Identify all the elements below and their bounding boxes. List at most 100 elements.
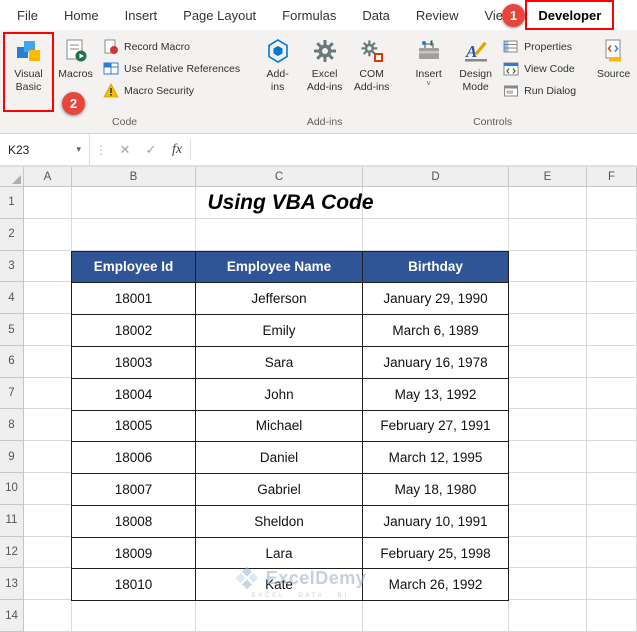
- table-cell[interactable]: Sara: [195, 345, 363, 379]
- grid-cell[interactable]: [24, 250, 72, 283]
- table-cell[interactable]: 18005: [71, 409, 196, 443]
- table-cell[interactable]: January 10, 1991: [362, 504, 509, 538]
- table-header-cell[interactable]: Employee Name: [195, 250, 363, 284]
- row-header[interactable]: 13: [0, 568, 24, 601]
- table-cell[interactable]: May 18, 1980: [362, 473, 509, 506]
- row-header[interactable]: 2: [0, 218, 24, 251]
- table-cell[interactable]: Michael: [195, 409, 363, 443]
- grid-cell[interactable]: [509, 187, 587, 219]
- table-cell[interactable]: 18007: [71, 473, 196, 506]
- grid-cell[interactable]: [509, 377, 587, 410]
- row-header[interactable]: 10: [0, 473, 24, 505]
- run-dialog-button[interactable]: Run Dialog: [499, 80, 580, 102]
- grid-cell[interactable]: [24, 345, 72, 378]
- grid-cell[interactable]: [24, 314, 72, 346]
- grid-cell[interactable]: [196, 218, 363, 251]
- column-header-c[interactable]: C: [196, 167, 363, 187]
- insert-function-icon[interactable]: fx: [164, 134, 190, 165]
- grid-cell[interactable]: [24, 282, 72, 315]
- table-cell[interactable]: 18009: [71, 536, 196, 570]
- grid-cell[interactable]: [509, 568, 587, 601]
- grid-cell[interactable]: [509, 600, 587, 632]
- grid-cell[interactable]: [72, 600, 196, 632]
- table-cell[interactable]: Jefferson: [195, 282, 363, 316]
- design-mode-button[interactable]: A Design Mode: [452, 34, 499, 110]
- tab-insert[interactable]: Insert: [112, 0, 171, 30]
- name-box[interactable]: K23 ▾: [0, 134, 90, 165]
- visual-basic-button[interactable]: Visual Basic: [5, 34, 52, 110]
- table-header-cell[interactable]: Employee Id: [71, 250, 196, 284]
- grid-cell[interactable]: [24, 218, 72, 251]
- grid-cell[interactable]: [587, 441, 637, 474]
- grid-cell[interactable]: [24, 473, 72, 505]
- name-box-caret-icon[interactable]: ▾: [76, 144, 81, 155]
- row-header[interactable]: 6: [0, 345, 24, 378]
- row-header[interactable]: 8: [0, 409, 24, 442]
- row-header[interactable]: 3: [0, 250, 24, 283]
- grid-cell[interactable]: [509, 504, 587, 537]
- record-macro-button[interactable]: Record Macro: [99, 36, 244, 58]
- grid-cell[interactable]: [587, 187, 637, 219]
- com-addins-button[interactable]: COM Add-ins: [348, 34, 395, 110]
- grid-cell[interactable]: [587, 218, 637, 251]
- grid-cell[interactable]: [509, 314, 587, 346]
- grid-cell[interactable]: [587, 282, 637, 315]
- grid-cell[interactable]: [587, 377, 637, 410]
- macro-security-button[interactable]: Macro Security: [99, 80, 244, 102]
- column-header-a[interactable]: A: [24, 167, 72, 187]
- table-cell[interactable]: 18008: [71, 504, 196, 538]
- tab-file[interactable]: File: [4, 0, 51, 30]
- row-header[interactable]: 11: [0, 504, 24, 537]
- table-cell[interactable]: Sheldon: [195, 504, 363, 538]
- tab-data[interactable]: Data: [349, 0, 402, 30]
- grid-cell[interactable]: [587, 314, 637, 346]
- table-cell[interactable]: 18010: [71, 568, 196, 602]
- table-cell[interactable]: 18006: [71, 441, 196, 475]
- column-header-e[interactable]: E: [509, 167, 587, 187]
- table-cell[interactable]: February 27, 1991: [362, 409, 509, 443]
- row-header[interactable]: 5: [0, 314, 24, 346]
- enter-check-icon[interactable]: ✓: [138, 134, 164, 165]
- grid-cell[interactable]: [509, 441, 587, 474]
- row-header[interactable]: 1: [0, 187, 24, 219]
- table-cell[interactable]: Kate: [195, 568, 363, 602]
- grid-cell[interactable]: [587, 536, 637, 569]
- grid-cell[interactable]: [24, 568, 72, 601]
- use-relative-references-button[interactable]: Use Relative References: [99, 58, 244, 80]
- select-all-corner[interactable]: [0, 167, 24, 187]
- grid-cell[interactable]: [509, 409, 587, 442]
- tab-developer[interactable]: Developer: [525, 0, 615, 30]
- table-cell[interactable]: February 25, 1998: [362, 536, 509, 570]
- properties-button[interactable]: Properties: [499, 36, 580, 58]
- row-header[interactable]: 4: [0, 282, 24, 315]
- grid-cell[interactable]: [509, 218, 587, 251]
- grid-cell[interactable]: [24, 441, 72, 474]
- cancel-icon[interactable]: ✕: [112, 134, 138, 165]
- grid-cell[interactable]: [24, 536, 72, 569]
- table-cell[interactable]: Gabriel: [195, 473, 363, 506]
- grid-cell[interactable]: [587, 600, 637, 632]
- excel-addins-button[interactable]: Excel Add-ins: [301, 34, 348, 110]
- table-cell[interactable]: Daniel: [195, 441, 363, 475]
- table-cell[interactable]: January 16, 1978: [362, 345, 509, 379]
- table-cell[interactable]: Lara: [195, 536, 363, 570]
- grid-cell[interactable]: [587, 345, 637, 378]
- table-cell[interactable]: January 29, 1990: [362, 282, 509, 316]
- grid-cell[interactable]: [24, 409, 72, 442]
- table-cell[interactable]: 18004: [71, 377, 196, 411]
- tab-review[interactable]: Review: [403, 0, 472, 30]
- tab-home[interactable]: Home: [51, 0, 112, 30]
- grid-cell[interactable]: [24, 504, 72, 537]
- table-cell[interactable]: John: [195, 377, 363, 411]
- column-header-b[interactable]: B: [72, 167, 196, 187]
- grid-cell[interactable]: [587, 568, 637, 601]
- table-cell[interactable]: March 26, 1992: [362, 568, 509, 602]
- row-header[interactable]: 9: [0, 441, 24, 474]
- grid-cell[interactable]: [509, 250, 587, 283]
- formula-input[interactable]: [191, 134, 637, 165]
- grid-cell[interactable]: [509, 345, 587, 378]
- table-cell[interactable]: 18001: [71, 282, 196, 316]
- addins-button[interactable]: Add- ins: [254, 34, 301, 110]
- grid-cell[interactable]: [509, 536, 587, 569]
- grid-cell[interactable]: [587, 409, 637, 442]
